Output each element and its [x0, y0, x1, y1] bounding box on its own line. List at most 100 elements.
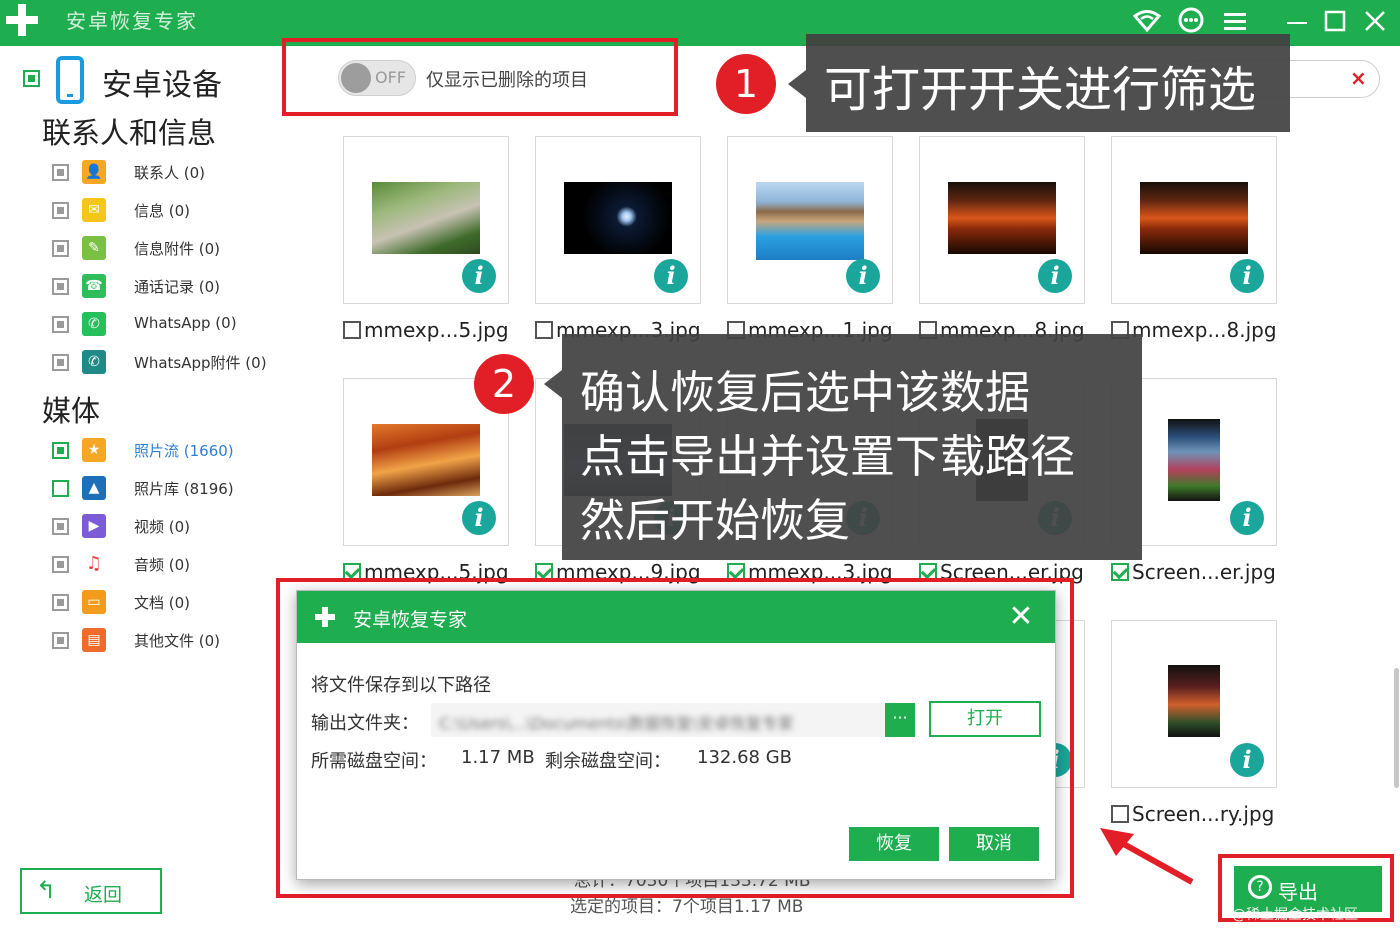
photo-tile[interactable]: i	[535, 136, 701, 304]
menu-icon[interactable]	[1220, 6, 1250, 36]
sidebar-item-call-log[interactable]: ☎ 通话记录 (0)	[52, 274, 292, 304]
item-checkbox[interactable]	[52, 354, 69, 371]
sidebar-item-whatsapp[interactable]: ✆ WhatsApp (0)	[52, 312, 292, 342]
sidebar-item-messages[interactable]: ✉ 信息 (0)	[52, 198, 292, 228]
sidebar: 安卓设备 联系人和信息 👤 联系人 (0) ✉ 信息 (0) ✎ 信息附件 (0…	[0, 46, 300, 932]
item-checkbox[interactable]	[52, 164, 69, 181]
file-checkbox[interactable]	[535, 321, 553, 339]
step-1-text: 可打开开关进行筛选	[824, 62, 1257, 118]
sidebar-item-label: 文档 (0)	[134, 594, 191, 612]
photo-tile[interactable]: i	[1111, 620, 1277, 788]
photo-thumbnail	[756, 182, 864, 260]
toggle-state-label: OFF	[375, 68, 406, 87]
photo-tile[interactable]: i	[1111, 136, 1277, 304]
step-1-badge: 1	[716, 54, 776, 114]
sidebar-item-label: WhatsApp附件 (0)	[134, 354, 267, 372]
sidebar-item-contacts[interactable]: 👤 联系人 (0)	[52, 160, 292, 190]
sidebar-item-whatsapp-attachments[interactable]: ✆ WhatsApp附件 (0)	[52, 350, 292, 380]
attachment-icon: ✎	[82, 236, 106, 260]
disk-free-value: 132.68 GB	[697, 747, 793, 768]
sidebar-item-documents[interactable]: ▭ 文档 (0)	[52, 590, 292, 620]
clear-search-icon[interactable]: ×	[1350, 64, 1370, 92]
sidebar-item-other-files[interactable]: ▤ 其他文件 (0)	[52, 628, 292, 658]
close-icon[interactable]	[1360, 6, 1390, 36]
dialog-header: 安卓恢复专家 ✕	[297, 591, 1055, 643]
sidebar-item-message-attachments[interactable]: ✎ 信息附件 (0)	[52, 236, 292, 266]
back-button[interactable]: ↰ 返回	[20, 868, 162, 914]
sidebar-item-video[interactable]: ▶ 视频 (0)	[52, 514, 292, 544]
wifi-icon[interactable]	[1132, 6, 1162, 36]
item-checkbox[interactable]	[52, 594, 69, 611]
file-name-label: Screen...er.jpg	[1132, 560, 1276, 584]
maximize-icon[interactable]	[1320, 6, 1350, 36]
device-label: 安卓设备	[102, 68, 222, 103]
star-icon: ★	[82, 438, 106, 462]
message-icon: ✉	[82, 198, 106, 222]
info-icon[interactable]: i	[1230, 743, 1264, 777]
info-icon[interactable]: i	[1230, 501, 1264, 535]
deleted-only-toggle[interactable]: OFF	[338, 60, 416, 96]
photo-thumbnail	[1168, 419, 1220, 501]
file-name[interactable]: mmexp...5.jpg	[343, 318, 509, 342]
document-icon: ▭	[82, 590, 106, 614]
info-icon[interactable]: i	[846, 259, 880, 293]
info-icon[interactable]: i	[654, 259, 688, 293]
sidebar-item-label: 照片流 (1660)	[134, 442, 234, 460]
phone-icon: ☎	[82, 274, 106, 298]
open-folder-button[interactable]: 打开	[929, 701, 1041, 737]
file-name[interactable]: Screen...er.jpg	[1111, 560, 1276, 584]
red-pointer-arrow-icon	[1100, 828, 1194, 885]
restore-button[interactable]: 恢复	[849, 827, 939, 861]
sidebar-item-audio[interactable]: ♫ 音频 (0)	[52, 552, 292, 582]
info-icon[interactable]: i	[1230, 259, 1264, 293]
item-checkbox[interactable]	[52, 278, 69, 295]
chat-icon[interactable]	[1176, 6, 1206, 36]
item-checkbox[interactable]	[52, 480, 69, 497]
item-checkbox[interactable]	[52, 518, 69, 535]
item-checkbox[interactable]	[52, 556, 69, 573]
output-path-field[interactable]: C:\Users\...\Documents\数据恢复\安卓恢复专家	[431, 703, 885, 737]
item-checkbox[interactable]	[52, 202, 69, 219]
dialog-close-icon[interactable]: ✕	[1003, 599, 1039, 635]
export-label: 导出	[1278, 880, 1318, 904]
step-2-line: 点击导出并设置下载路径	[580, 430, 1076, 483]
info-icon[interactable]: i	[462, 501, 496, 535]
sidebar-item-photo-library[interactable]: ▲ 照片库 (8196)	[52, 476, 292, 506]
cancel-button[interactable]: 取消	[949, 827, 1039, 861]
item-checkbox[interactable]	[52, 442, 69, 459]
file-name-label: mmexp...5.jpg	[364, 318, 509, 342]
info-icon[interactable]: i	[462, 259, 496, 293]
media-section-title: 媒体	[42, 394, 101, 428]
info-icon[interactable]: i	[1038, 259, 1072, 293]
sidebar-item-photo-stream[interactable]: ★ 照片流 (1660)	[52, 438, 292, 468]
photo-thumbnail	[1140, 182, 1248, 254]
item-checkbox[interactable]	[52, 632, 69, 649]
back-arrow-icon: ↰	[36, 876, 57, 904]
item-checkbox[interactable]	[52, 316, 69, 333]
photo-thumbnail	[372, 182, 480, 254]
contacts-icon: 👤	[82, 160, 106, 184]
sidebar-item-label: 音频 (0)	[134, 556, 191, 574]
app-logo-icon	[315, 607, 335, 627]
other-file-icon: ▤	[82, 628, 106, 652]
export-icon: ?	[1248, 875, 1272, 899]
photo-thumbnail	[1168, 665, 1220, 737]
minimize-icon[interactable]	[1282, 6, 1312, 36]
browse-button[interactable]: ···	[885, 703, 915, 737]
disk-required-value: 1.17 MB	[461, 747, 535, 768]
photo-tile[interactable]: i	[727, 136, 893, 304]
item-checkbox[interactable]	[52, 240, 69, 257]
file-checkbox[interactable]	[343, 321, 361, 339]
grid-scrollbar[interactable]	[1394, 668, 1399, 788]
device-checkbox[interactable]	[23, 70, 40, 87]
save-path-dialog: 安卓恢复专家 ✕ 将文件保存到以下路径 输出文件夹： C:\Users\...\…	[296, 590, 1056, 880]
file-checkbox[interactable]	[1111, 563, 1129, 581]
step-1-tooltip: 可打开开关进行筛选	[806, 34, 1290, 132]
step-2-line: 确认恢复后选中该数据	[580, 366, 1031, 419]
watermark: @稀土掘金技术社区	[1232, 907, 1358, 923]
photo-thumbnail	[948, 182, 1056, 254]
sidebar-item-label: 照片库 (8196)	[134, 480, 234, 498]
photo-tile[interactable]: i	[919, 136, 1085, 304]
photo-tile[interactable]: i	[343, 136, 509, 304]
video-icon: ▶	[82, 514, 106, 538]
